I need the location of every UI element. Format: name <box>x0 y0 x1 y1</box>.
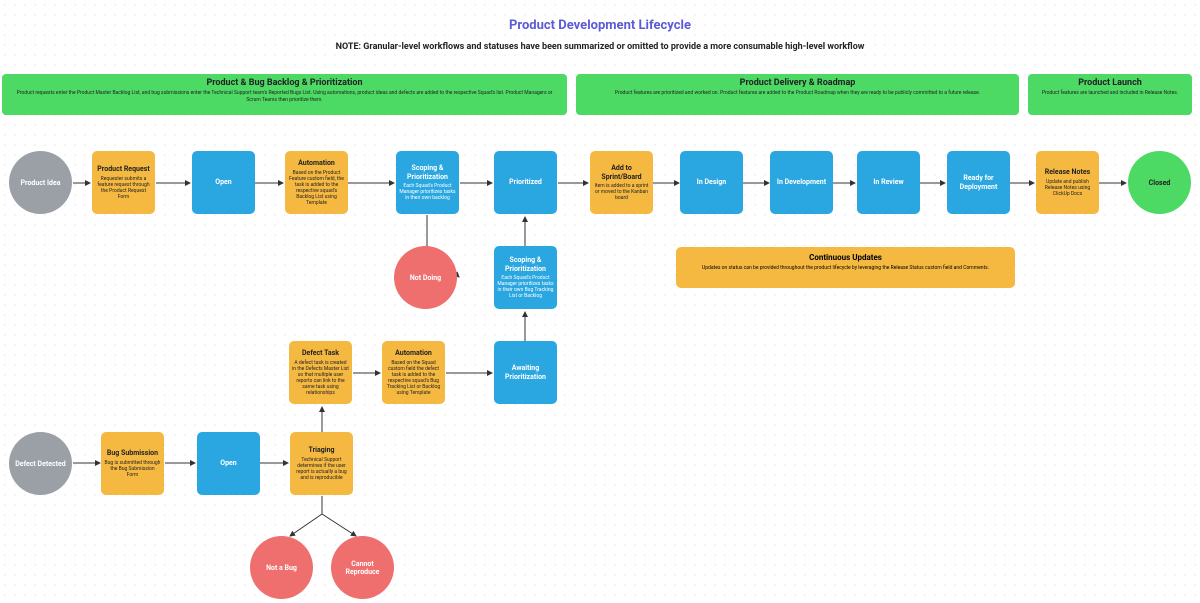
band-title: Continuous Updates <box>682 253 1009 262</box>
node-automation-1: Automation Based on the Product Feature … <box>285 151 348 214</box>
node-product-request: Product Request Requester submits a feat… <box>92 151 155 214</box>
node-triaging: Triaging Technical Support determines if… <box>290 432 353 495</box>
phase-desc: Product features are prioritized and wor… <box>584 90 1011 97</box>
band-desc: Updates on status can be provided throug… <box>682 265 1009 271</box>
node-desc: Update and publish Release Notes using C… <box>1039 179 1096 197</box>
node-cannot-reproduce: Cannot Reproduce <box>331 536 394 599</box>
node-add-sprint: Add to Sprint/Board Item is added to a s… <box>590 151 653 214</box>
node-title: Open <box>220 459 236 467</box>
node-closed: Closed <box>1128 151 1191 214</box>
node-product-idea: Product Idea <box>9 151 72 214</box>
node-scoping-2: Scoping & Prioritization Each Squad's Pr… <box>494 246 557 309</box>
node-title: In Development <box>777 178 826 186</box>
node-ready-deploy: Ready for Deployment <box>947 151 1010 214</box>
node-title: Triaging <box>308 446 334 454</box>
phase-title: Product Launch <box>1036 78 1184 88</box>
phase-desc: Product requests enter the Product Maste… <box>10 90 559 103</box>
phase-desc: Product features are launched and includ… <box>1036 90 1184 97</box>
node-title: Defect Task <box>302 349 339 357</box>
node-title: Prioritized <box>509 178 542 186</box>
node-title: Scoping & Prioritization <box>399 164 456 181</box>
node-not-a-bug: Not a Bug <box>250 536 313 599</box>
page-subtitle: NOTE: Granular-level workflows and statu… <box>0 42 1200 52</box>
node-open-1: Open <box>192 151 255 214</box>
phase-title: Product Delivery & Roadmap <box>584 78 1011 88</box>
node-scoping-1: Scoping & Prioritization Each Squad's Pr… <box>396 151 459 214</box>
node-title: In Review <box>873 178 903 186</box>
node-title: Ready for Deployment <box>950 174 1007 191</box>
node-desc: Requester submits a feature request thro… <box>95 176 152 200</box>
node-awaiting: Awaiting Prioritization <box>494 341 557 404</box>
node-in-review: In Review <box>857 151 920 214</box>
node-desc: Based on the Squad custom field the defe… <box>385 360 442 396</box>
node-desc: A defect task is created in the Defects … <box>292 360 349 396</box>
node-title: Add to Sprint/Board <box>593 164 650 181</box>
node-in-development: In Development <box>770 151 833 214</box>
node-not-doing: Not Doing <box>394 246 457 309</box>
node-title: Scoping & Prioritization <box>497 256 554 273</box>
node-title: In Design <box>697 178 726 186</box>
node-title: Automation <box>298 159 335 167</box>
phase-backlog: Product & Bug Backlog & Prioritization P… <box>2 74 567 115</box>
node-release-notes: Release Notes Update and publish Release… <box>1036 151 1099 214</box>
node-defect-detected: Defect Detected <box>9 432 72 495</box>
node-automation-2: Automation Based on the Squad custom fie… <box>382 341 445 404</box>
node-desc: Technical Support determines if the user… <box>293 457 350 481</box>
phase-launch: Product Launch Product features are laun… <box>1028 74 1192 115</box>
node-title: Open <box>215 178 231 186</box>
node-desc: Bug is submitted through the Bug Submiss… <box>104 460 161 478</box>
node-in-design: In Design <box>680 151 743 214</box>
band-continuous-updates: Continuous Updates Updates on status can… <box>676 247 1015 288</box>
node-prioritized: Prioritized <box>494 151 557 214</box>
node-desc: Based on the Product Feature custom fiel… <box>288 170 345 206</box>
node-bug-submission: Bug Submission Bug is submitted through … <box>101 432 164 495</box>
node-desc: Each Squad's Product Manager prioritizes… <box>399 183 456 201</box>
node-desc: Item is added to a sprint or moved to th… <box>593 183 650 201</box>
node-open-2: Open <box>197 432 260 495</box>
phase-delivery: Product Delivery & Roadmap Product featu… <box>576 74 1019 115</box>
page-title: Product Development Lifecycle <box>0 18 1200 33</box>
node-title: Release Notes <box>1045 168 1090 176</box>
node-title: Bug Submission <box>107 449 158 457</box>
node-title: Automation <box>395 349 432 357</box>
phase-title: Product & Bug Backlog & Prioritization <box>10 78 559 88</box>
node-desc: Each Squad's Product Manager prioritizes… <box>497 275 554 299</box>
node-title: Awaiting Prioritization <box>497 364 554 381</box>
node-title: Product Request <box>97 165 149 173</box>
node-defect-task: Defect Task A defect task is created in … <box>289 341 352 404</box>
